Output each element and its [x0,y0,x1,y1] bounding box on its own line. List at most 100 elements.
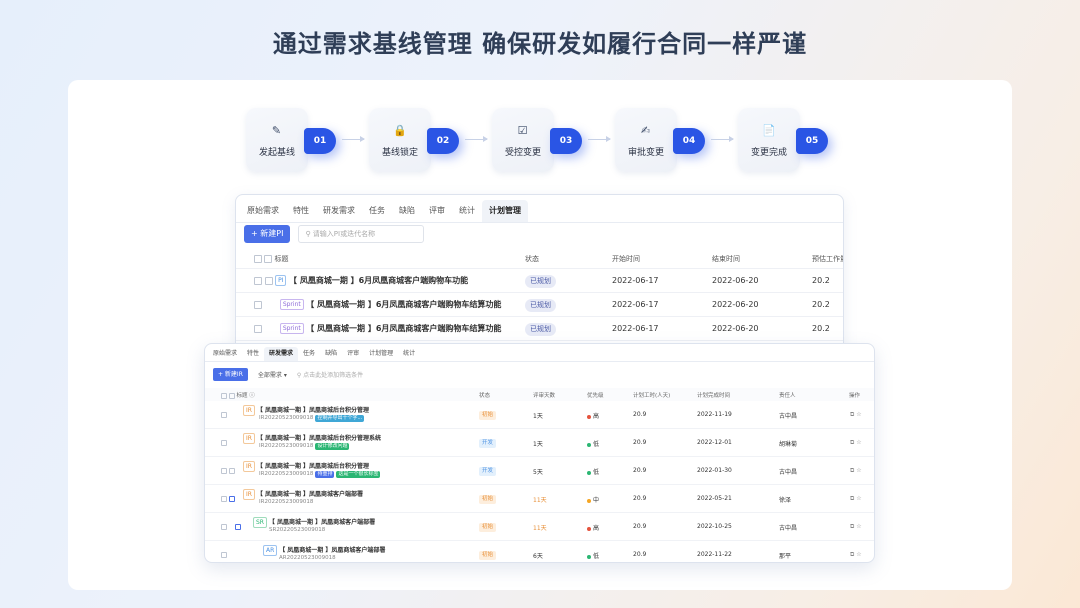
step-3: ☑ 受控变更 03 [492,108,582,172]
row-code: AR20220523009018 [279,555,336,561]
review-days: 1天 [533,441,543,448]
row-checkbox[interactable] [254,324,262,333]
row-title: 【 凤凰商城一期 】6月凤凰商城客户端购物车功能 [289,276,469,285]
select-all-checkbox[interactable] [254,255,262,263]
review-days: 5天 [533,469,543,476]
pi-search-input[interactable]: ⚲ 请输入PI或迭代名称 [298,225,425,243]
row-code: SR20220523009018 [269,527,326,533]
star-icon[interactable]: ☆ [856,523,861,530]
row-checkbox[interactable] [221,495,227,502]
tab-feature[interactable]: 特性 [242,347,264,361]
copy-icon[interactable]: ⧉ [850,551,854,558]
row-checkbox[interactable] [221,439,227,446]
tab-task[interactable]: 任务 [298,347,320,361]
tab-defect[interactable]: 缺陷 [320,347,342,361]
tab-original-req[interactable]: 原始需求 [240,200,286,222]
tab-plan-management[interactable]: 计划管理 [482,200,528,222]
due-date: 2022-10-25 [697,523,732,530]
col-review-days: 评审天数 [533,393,556,399]
edit-doc-icon: ✎ [271,124,282,137]
row-checkbox[interactable] [221,551,227,558]
toolbar: + 新建PI ⚲ 请输入PI或迭代名称 [244,225,425,243]
row-title: 【 凤凰商城一期 】凤凰商城后台积分管理系统 [256,435,382,442]
select-all-checkbox[interactable] [221,392,227,399]
due-date: 2022-11-22 [697,551,732,558]
start-date: 2022-06-17 [612,276,659,285]
table-row[interactable]: IR 【 凤凰商城一期 】凤凰商城后台积分管理 IR20220523009018… [205,457,874,485]
copy-icon[interactable]: ⧉ [850,467,854,474]
row-checkbox[interactable] [254,300,262,309]
expand-all-icon[interactable] [264,255,273,263]
page-headline: 通过需求基线管理 确保研发如履行合同一样严谨 [272,30,808,58]
row-title: 【 凤凰商城一期 】凤凰商城客户端部署 [268,519,376,526]
new-ir-button[interactable]: + 新建IR [213,368,248,381]
planned-hours: 20.9 [633,551,647,558]
star-icon[interactable]: ☆ [856,411,861,418]
step-4: ✍ 审批变更 04 [615,108,705,172]
star-icon[interactable]: ☆ [856,439,861,446]
flow-arrow [711,136,734,142]
new-pi-button[interactable]: + 新建PI [244,225,291,243]
copy-icon[interactable]: ⧉ [850,439,854,446]
copy-icon[interactable]: ⧉ [850,495,854,502]
table-row[interactable]: SR 【 凤凰商城一期 】凤凰商城客户端部署 SR20220523009018 … [205,513,874,541]
plan-management-window: 原始需求 特性 研发需求 任务 缺陷 评审 统计 计划管理 + 新建PI ⚲ 请… [235,194,844,354]
table-row[interactable]: IR 【 凤凰商城一期 】凤凰商城后台积分管理系统 IR202205230090… [205,429,874,457]
table-row[interactable]: IR 【 凤凰商城一期 】凤凰商城客户端部署 IR20220523009018 … [205,485,874,513]
col-planned-hours: 计划工时(人天) [633,393,671,399]
start-date: 2022-06-17 [612,300,659,309]
table-row[interactable]: Sprint 【 凤凰商城一期 】6月凤凰商城客户端购物车结算功能 已规划 20… [236,317,843,341]
type-tag: IR [243,433,255,444]
filter-select[interactable]: 全部需求 ▾ [258,370,287,379]
search-placeholder: 点击此处添加筛选条件 [303,372,364,379]
owner: 胡琳菊 [779,441,798,448]
priority-dot [587,470,591,475]
tab-review[interactable]: 评审 [422,200,452,222]
tab-review[interactable]: 评审 [342,347,364,361]
planned-hours: 20.9 [633,439,647,446]
type-tag: AR [263,545,278,556]
star-icon[interactable]: ☆ [856,551,861,558]
table-row[interactable]: AR 【 凤凰商城一期 】凤凰商城客户端部署 AR20220523009018 … [205,541,874,562]
tab-plan-management[interactable]: 计划管理 [364,347,398,361]
tab-dev-req[interactable]: 研发需求 [264,347,299,361]
planned-hours: 20.9 [633,523,647,530]
collapse-icon[interactable] [228,495,235,502]
tab-dev-req[interactable]: 研发需求 [316,200,362,222]
star-icon[interactable]: ☆ [856,495,861,502]
table-row[interactable]: IR 【 凤凰商城一期 】凤凰商城后台积分管理 IR20220523009018… [205,401,874,429]
collapse-icon[interactable] [234,523,241,530]
filter-search-input[interactable]: ⚲ 点击此处添加筛选条件 [297,370,363,379]
collapse-icon[interactable] [264,276,273,285]
row-checkbox[interactable] [221,411,227,418]
copy-icon[interactable]: ⧉ [850,411,854,418]
status-badge: 已规划 [525,323,556,336]
row-checkbox[interactable] [221,523,227,530]
table-row[interactable]: PI 【 凤凰商城一期 】6月凤凰商城客户端购物车功能 已规划 2022-06-… [236,269,843,293]
step-number: 04 [673,128,705,154]
star-icon[interactable]: ☆ [856,467,861,474]
expand-icon[interactable] [228,467,235,474]
step-1: ✎ 发起基线 01 [246,108,336,172]
row-checkbox[interactable] [221,467,227,474]
priority-dot [587,414,591,419]
row-title: 【 凤凰商城一期 】凤凰商城后台积分管理 [256,407,370,414]
row-title: 【 凤凰商城一期 】凤凰商城后台积分管理 [256,463,370,470]
table-row[interactable]: Sprint 【 凤凰商城一期 】6月凤凰商城客户端购物车结算功能 已规划 20… [236,293,843,317]
lock-icon: 🔒 [393,124,407,137]
tab-feature[interactable]: 特性 [286,200,316,222]
expand-all-icon[interactable] [228,392,235,399]
tab-defect[interactable]: 缺陷 [392,200,422,222]
col-actions: 操作 [849,393,861,399]
baseline-steps: ✎ 发起基线 01 🔒 基线锁定 02 ☑ 受控变更 03 ✍ 审批变更 04 … [246,108,846,172]
copy-icon[interactable]: ⧉ [850,523,854,530]
row-checkbox[interactable] [254,276,262,285]
tab-stats[interactable]: 统计 [452,200,482,222]
priority: 低 [593,553,600,560]
help-icon: ⓘ [249,393,255,399]
tab-original-req[interactable]: 原始需求 [208,347,242,361]
requirements-table: 标题 ⓘ 状态 评审天数 优先级 计划工时(人天) 计划完成时间 责任人 操作 … [205,388,874,562]
priority-dot [587,442,591,447]
tab-task[interactable]: 任务 [362,200,392,222]
tab-stats[interactable]: 统计 [398,347,420,361]
